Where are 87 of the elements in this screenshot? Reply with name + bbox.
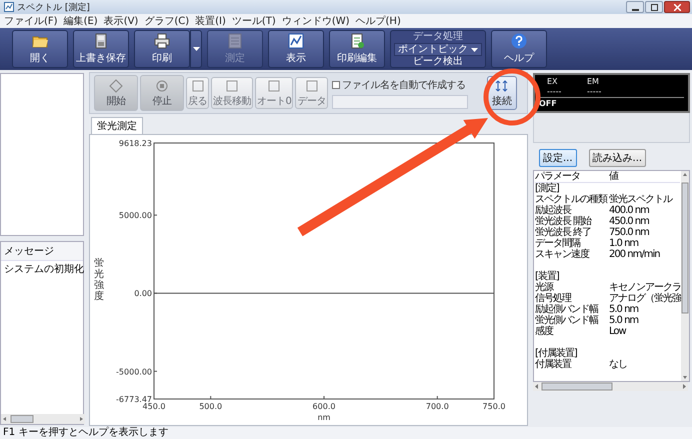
monitor-value: -----	[547, 87, 562, 97]
parameter-value: 750.0 nm	[609, 227, 649, 238]
menu-item[interactable]: ツール(T)	[232, 14, 276, 28]
tick-label: 500.0	[199, 402, 222, 411]
tick-label: 600.0	[312, 402, 336, 411]
toolbar-button[interactable]: 印刷	[134, 30, 190, 68]
axis-label: nm	[318, 413, 330, 422]
close-icon	[674, 4, 680, 10]
connect-icon	[495, 78, 509, 92]
document-icon	[349, 33, 365, 49]
caret-icon	[192, 47, 200, 51]
tick-label: 5000.00	[118, 211, 152, 220]
tick-label: 700.0	[426, 402, 449, 411]
tick-label: 9618.23	[118, 139, 152, 148]
monitor-label: EX	[547, 77, 559, 87]
column-header: パラメータ	[535, 171, 581, 182]
app-icon	[4, 2, 14, 12]
parameter-name: 付属装置	[535, 359, 572, 370]
close-button[interactable]	[664, 1, 690, 13]
parameter-value: 5.0 nm	[609, 304, 638, 315]
parameter-name: 蛍光波長 終了	[535, 227, 592, 238]
section-label: [付属装置]	[535, 348, 577, 359]
monitor-status: OFF	[539, 98, 558, 109]
menu-item[interactable]: 装置(I)	[195, 14, 226, 28]
toolbar-button[interactable]: 上書き保存	[73, 30, 129, 68]
maximize-button[interactable]	[645, 1, 663, 13]
parameter-value: 450.0 nm	[609, 216, 649, 227]
parameter-name: 蛍光側バンド幅	[535, 315, 600, 326]
toolbar-button[interactable]: 開く	[12, 30, 68, 68]
parameter-name: 蛍光波長 開始	[535, 216, 593, 227]
parameter-name: 励起側バンド幅	[535, 304, 600, 315]
caret-icon	[471, 48, 478, 52]
toolbar-button[interactable]: 表示	[268, 30, 324, 68]
parameter-name: 光源	[535, 282, 554, 293]
filename-field[interactable]	[332, 94, 468, 108]
tab[interactable]: 蛍光測定	[91, 117, 143, 134]
window-title: スペクトル [測定]	[17, 2, 91, 14]
monitor-label: EM	[587, 77, 600, 87]
status-text: F1 キーを押すとヘルプを表示します	[0, 427, 692, 439]
parameter-name: 信号処理	[535, 293, 572, 304]
peak-detect-button[interactable]: ピーク検出	[413, 56, 463, 68]
menu-item[interactable]: グラフ(C)	[144, 14, 190, 28]
monitor-value: -----	[587, 87, 602, 97]
maximize-icon	[650, 4, 658, 10]
parameter-value: なし	[609, 359, 627, 370]
parameter-value: 1.0 nm	[609, 238, 638, 249]
parameter-value: 200 nm/min	[609, 249, 660, 260]
save-icon	[93, 33, 109, 49]
group-title: データ処理	[413, 31, 463, 43]
menu-item[interactable]: ヘルプ(H)	[356, 14, 401, 28]
axis-label: 蛍光強度	[94, 258, 104, 302]
tick-label: -5000.00	[116, 367, 152, 376]
menu-item[interactable]: ウィンドウ(W)	[282, 14, 350, 28]
menu-item[interactable]: 編集(E)	[64, 14, 98, 28]
printer-icon	[154, 33, 170, 49]
parameter-name: 感度	[535, 326, 554, 337]
parameter-name: スキャン速度	[535, 249, 590, 260]
parameter-name: 励起波長	[535, 205, 572, 216]
section-label: [装置]	[535, 271, 559, 282]
parameter-value: 蛍光スペクトル	[609, 194, 672, 205]
stop-icon	[155, 78, 169, 92]
chart-icon	[288, 33, 304, 49]
minimize-button[interactable]	[626, 1, 644, 13]
parameter-name: データ間隔	[535, 238, 580, 249]
menu-item[interactable]: 表示(V)	[104, 14, 138, 28]
parameter-value: キセノンアークラ	[609, 282, 681, 293]
parameter-value: アナログ（蛍光強	[609, 293, 681, 304]
toolbar-button[interactable]: 印刷編集	[329, 30, 385, 68]
tick-label: 0.00	[134, 289, 152, 298]
option-dropdown[interactable]: ポイントピック	[394, 43, 482, 56]
parameter-value: Low	[609, 326, 626, 337]
parameter-button[interactable]: 読み込み...	[588, 149, 646, 167]
parameter-value: 5.0 nm	[609, 315, 638, 326]
help-button[interactable]: ヘルプ	[491, 30, 547, 68]
parameter-button[interactable]: 設定...	[539, 149, 577, 167]
dropdown-button[interactable]	[190, 30, 202, 68]
tick-label: 450.0	[142, 402, 166, 411]
column-header: 値	[609, 171, 618, 182]
parameter-name: スペクトルの種類	[535, 194, 608, 205]
message-header: メッセージ	[1, 242, 83, 261]
parameter-value: 400.0 nm	[609, 205, 649, 216]
section-label: [測定]	[535, 183, 559, 194]
tick-label: -6773.47	[116, 395, 152, 404]
auto-filename-checkbox[interactable]: ファイル名を自動で作成する	[332, 78, 468, 92]
tick-label: 750.0	[482, 402, 506, 411]
help-icon	[511, 33, 527, 49]
menu-item[interactable]: ファイル(F)	[4, 14, 58, 28]
